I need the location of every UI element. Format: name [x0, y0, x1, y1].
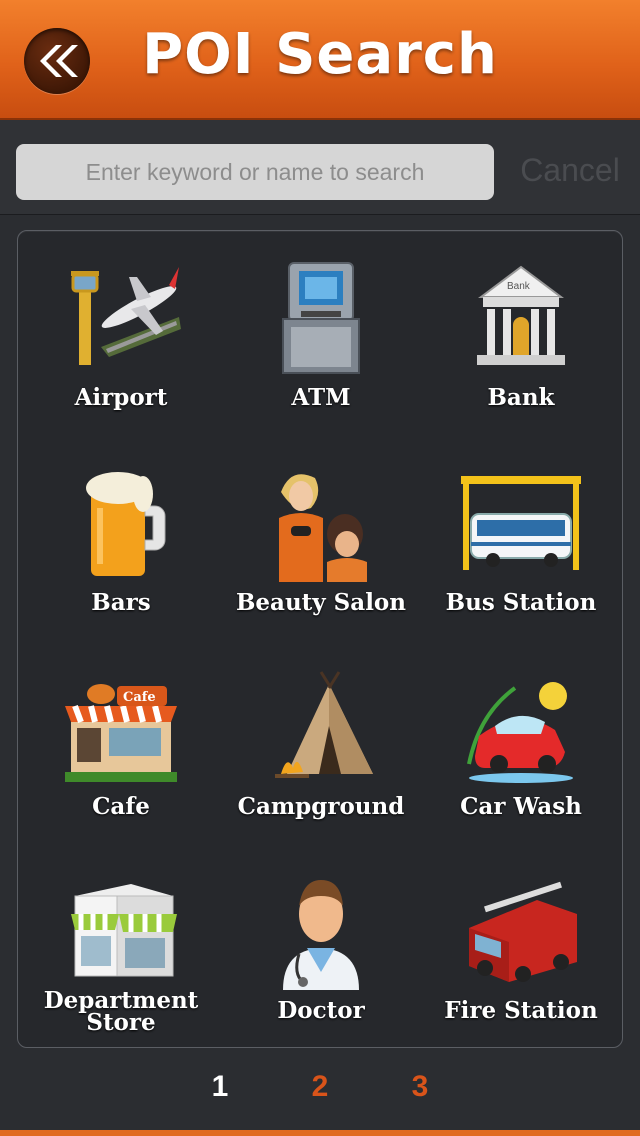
category-label: Car Wash: [460, 793, 582, 820]
category-bus-station[interactable]: Bus Station: [421, 446, 621, 646]
category-car-wash[interactable]: Car Wash: [421, 650, 621, 850]
fire-truck-icon: [469, 881, 577, 982]
page-title: POI Search: [142, 22, 498, 87]
category-airport[interactable]: Airport: [21, 241, 221, 441]
category-label: Airport: [74, 384, 168, 411]
tent-icon: [275, 671, 373, 778]
category-label: Bus Station: [445, 589, 597, 616]
atm-icon: [282, 262, 360, 374]
category-grid: Airport ATM Bank Bank Bars Beauty Salon …: [17, 230, 623, 1048]
bottom-accent-bar: [0, 1130, 640, 1136]
category-label: Campground: [237, 793, 405, 820]
search-input[interactable]: [16, 144, 494, 200]
store-icon: [71, 884, 177, 977]
beer-icon: [86, 472, 166, 576]
car-wash-icon: [467, 682, 573, 783]
category-atm[interactable]: ATM: [221, 241, 421, 441]
svg-text:Cafe: Cafe: [123, 690, 156, 705]
category-label: Doctor: [277, 997, 365, 1024]
bus-icon: [461, 476, 581, 570]
header-bar: POI Search: [0, 0, 640, 120]
category-department-store[interactable]: Department Store: [21, 854, 221, 1054]
category-bank[interactable]: Bank Bank: [421, 241, 621, 441]
category-label: Bars: [91, 589, 151, 616]
category-doctor[interactable]: Doctor: [221, 854, 421, 1054]
svg-text:Bank: Bank: [507, 281, 531, 292]
pager: 1 2 3: [0, 1066, 640, 1116]
category-bars[interactable]: Bars: [21, 446, 221, 646]
page-1-button[interactable]: 1: [200, 1070, 240, 1104]
cancel-button[interactable]: Cancel: [510, 152, 630, 189]
category-campground[interactable]: Campground: [221, 650, 421, 850]
bank-icon: Bank: [477, 265, 565, 365]
category-fire-station[interactable]: Fire Station: [421, 854, 621, 1054]
category-label: Bank: [487, 384, 555, 411]
category-label: Fire Station: [444, 997, 598, 1024]
page-3-button[interactable]: 3: [400, 1070, 440, 1104]
cafe-icon: Cafe: [65, 684, 177, 782]
category-label: Beauty Salon: [235, 589, 406, 616]
page-2-button[interactable]: 2: [300, 1070, 340, 1104]
search-bar: Cancel: [0, 120, 640, 215]
category-label: Department Store: [43, 987, 199, 1036]
category-label: ATM: [291, 384, 351, 411]
doctor-icon: [283, 880, 359, 990]
hair-salon-icon: [279, 474, 367, 582]
category-beauty-salon[interactable]: Beauty Salon: [221, 446, 421, 646]
category-label: Cafe: [92, 793, 150, 820]
category-cafe[interactable]: Cafe Cafe: [21, 650, 221, 850]
airport-icon: [71, 267, 181, 365]
